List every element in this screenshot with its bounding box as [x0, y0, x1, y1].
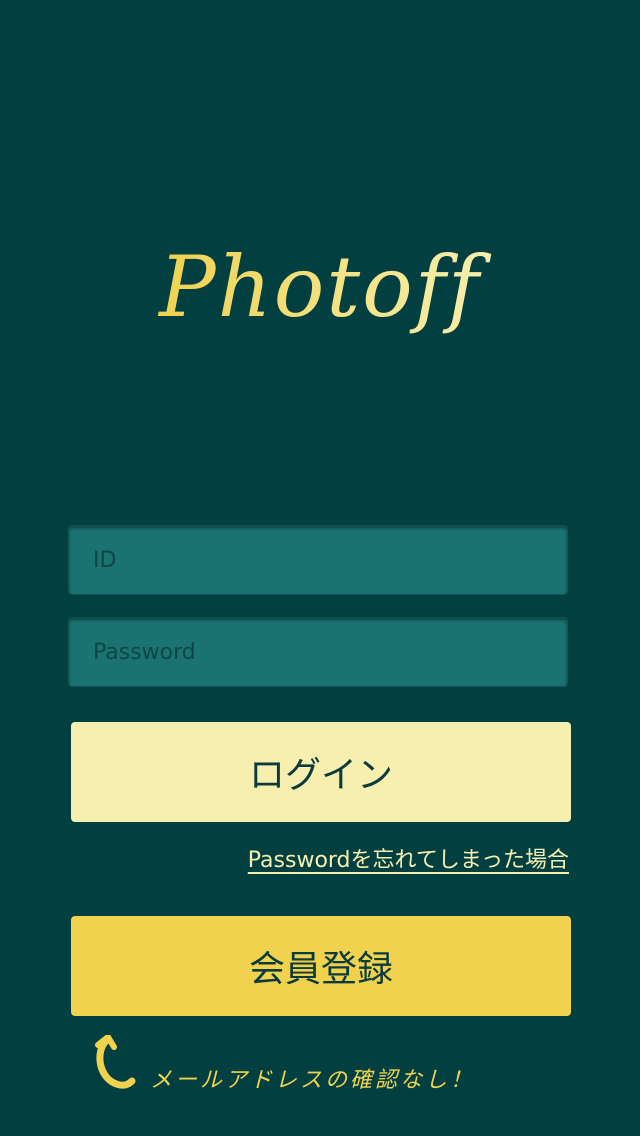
register-button[interactable]: 会員登録 [71, 916, 571, 1016]
password-field[interactable] [68, 617, 568, 687]
curved-arrow-icon [95, 1035, 136, 1089]
app-logo: Photoff [0, 228, 640, 358]
logo-text: Photoff [157, 238, 492, 336]
id-field[interactable] [68, 525, 568, 595]
forgot-password-link[interactable]: Passwordを忘れてしまった場合 [248, 842, 569, 874]
note-text: メールアドレスの確認なし！ [150, 1068, 476, 1093]
no-email-note: メールアドレスの確認なし！ [92, 1034, 475, 1094]
id-input[interactable] [69, 526, 567, 594]
password-input[interactable] [69, 618, 567, 686]
login-button[interactable]: ログイン [71, 722, 571, 822]
